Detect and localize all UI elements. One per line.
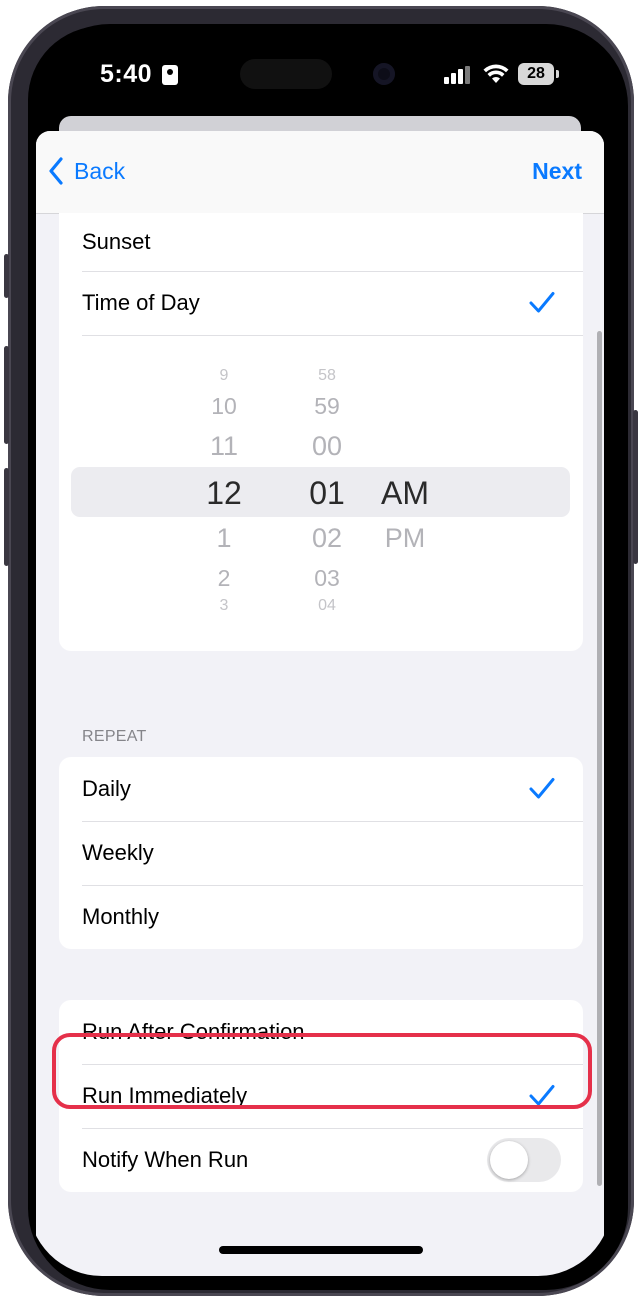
volume-down-button [4,468,9,566]
navigation-bar: Back Next [36,131,604,214]
picker-hour: 10 [211,393,237,419]
highlight-annotation [52,1033,592,1109]
option-label: Notify When Run [82,1147,249,1172]
picker-hour: 1 [216,523,232,553]
battery-tip [556,70,559,78]
checkmark-icon [529,778,555,799]
picker-minute-selected: 01 [309,475,345,511]
option-sunset[interactable]: Sunset [59,213,583,271]
time-picker[interactable]: 9 10 11 12 1 2 3 58 59 00 01 02 03 04 AM… [59,335,583,651]
front-camera [373,63,395,85]
chevron-left-icon [49,157,63,185]
back-label: Back [74,157,126,184]
picker-period-selected: AM [381,475,429,511]
notify-when-run-option: Notify When Run [59,1128,583,1192]
option-label: Sunset [82,229,151,254]
repeat-group: Daily Weekly Monthly [59,757,583,949]
toggle-knob [490,1141,528,1179]
option-time-of-day[interactable]: Time of Day [59,271,583,335]
picker-minute: 59 [314,393,340,419]
repeat-monthly[interactable]: Monthly [59,885,583,949]
picker-minute: 58 [318,367,336,384]
picker-period: PM [384,523,426,553]
screen: 5:40 28 Back Next Sunset Time of Day 9 1… [28,26,612,1276]
time-trigger-group: Sunset Time of Day 9 10 11 12 1 2 3 58 5… [59,213,583,651]
checkmark-icon [529,292,555,313]
repeat-section-label: REPEAT [82,728,147,745]
option-label: Time of Day [82,290,200,315]
picker-minute: 04 [318,597,336,614]
option-label: Weekly [82,840,154,865]
picker-minute: 00 [311,431,343,461]
option-label: Monthly [82,904,160,929]
picker-minute: 02 [311,523,343,553]
picker-hour-selected: 12 [206,475,242,511]
option-label: Daily [82,776,131,801]
contact-card-icon [162,65,178,85]
volume-up-button [4,346,9,444]
scrollbar[interactable] [597,331,602,1186]
back-button[interactable]: Back [48,157,125,185]
dynamic-island [240,59,332,89]
repeat-daily[interactable]: Daily [59,757,583,821]
battery-indicator: 28 [518,63,554,85]
power-button [633,410,638,564]
picker-hour: 2 [217,565,231,591]
status-time: 5:40 [100,60,153,88]
home-indicator[interactable] [219,1246,423,1254]
notify-toggle[interactable] [487,1138,561,1182]
cellular-signal-icon [444,66,470,84]
picker-hour: 3 [219,597,229,614]
action-button [4,254,9,298]
wifi-icon [483,64,509,83]
picker-hour: 9 [219,367,229,384]
next-button[interactable]: Next [532,158,582,185]
picker-minute: 03 [314,565,340,591]
repeat-weekly[interactable]: Weekly [59,821,583,885]
picker-hour: 11 [209,431,239,461]
